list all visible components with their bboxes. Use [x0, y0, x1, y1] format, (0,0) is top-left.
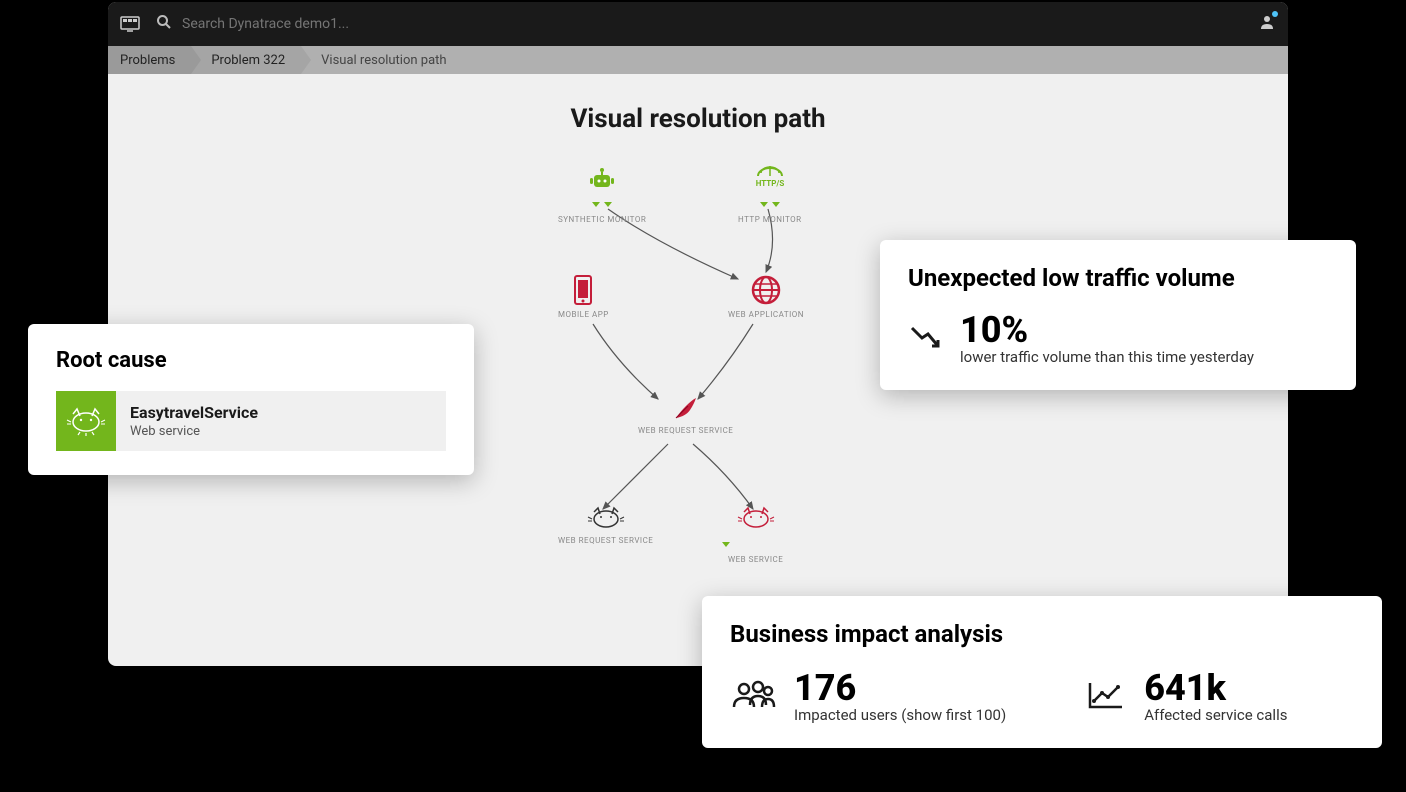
impact-calls-label: Affected service calls	[1144, 706, 1287, 724]
node-http-monitor[interactable]: HTTP/S HTTP MONITOR	[738, 164, 802, 224]
traffic-title: Unexpected low traffic volume	[908, 264, 1328, 292]
tomcat-red-icon	[728, 504, 783, 532]
root-cause-card: Root cause EasytravelService Web service	[28, 324, 474, 475]
topbar	[108, 2, 1288, 46]
impact-title: Business impact analysis	[730, 620, 1354, 648]
node-web-request-service[interactable]: WEB REQUEST SERVICE	[638, 394, 733, 435]
breadcrumb-problem-322[interactable]: Problem 322	[191, 46, 301, 74]
impact-calls: 641k Affected service calls	[1086, 670, 1287, 724]
impact-users-label[interactable]: Impacted users (show first 100)	[794, 706, 1006, 724]
dashboard-icon[interactable]	[120, 16, 140, 32]
tomcat-green-icon	[56, 391, 116, 451]
robot-icon	[558, 164, 646, 192]
root-cause-item[interactable]: EasytravelService Web service	[56, 391, 446, 451]
impact-card: Business impact analysis 176 Impacted us…	[702, 596, 1382, 748]
node-label: WEB SERVICE	[728, 555, 783, 564]
root-cause-service-type: Web service	[130, 424, 258, 439]
impact-calls-value: 641k	[1144, 670, 1287, 706]
svg-text:HTTP/S: HTTP/S	[756, 179, 785, 188]
search-icon[interactable]	[156, 14, 172, 34]
resolution-diagram: SYNTHETIC MONITOR HTTP/S HTTP MONITOR MO…	[498, 164, 898, 584]
breadcrumb: Problems Problem 322 Visual resolution p…	[108, 46, 1288, 74]
node-web-application[interactable]: WEB APPLICATION	[728, 274, 804, 319]
impact-users: 176 Impacted users (show first 100)	[730, 670, 1006, 724]
node-label: HTTP MONITOR	[738, 215, 802, 224]
node-web-service[interactable]: WEB SERVICE	[728, 504, 783, 564]
chart-icon	[1086, 679, 1126, 715]
node-label: WEB REQUEST SERVICE	[638, 426, 733, 435]
feather-icon	[638, 394, 733, 422]
traffic-description: lower traffic volume than this time yest…	[960, 348, 1254, 366]
breadcrumb-problems[interactable]: Problems	[108, 46, 191, 74]
search-container	[156, 14, 1258, 34]
breadcrumb-visual-resolution-path: Visual resolution path	[301, 46, 462, 74]
node-synthetic-monitor[interactable]: SYNTHETIC MONITOR	[558, 164, 646, 224]
node-label: WEB REQUEST SERVICE	[558, 536, 653, 545]
search-input[interactable]	[182, 16, 582, 32]
root-cause-title: Root cause	[56, 348, 446, 373]
node-label: WEB APPLICATION	[728, 310, 804, 319]
mobile-icon	[558, 274, 609, 306]
traffic-value: 10%	[960, 312, 1254, 348]
traffic-card: Unexpected low traffic volume 10% lower …	[880, 240, 1356, 390]
globe-icon	[728, 274, 804, 306]
user-icon[interactable]	[1258, 13, 1276, 35]
node-mobile-app[interactable]: MOBILE APP	[558, 274, 609, 319]
tomcat-icon	[558, 504, 653, 532]
notification-badge	[1272, 11, 1278, 17]
node-label: SYNTHETIC MONITOR	[558, 215, 646, 224]
users-icon	[730, 679, 776, 715]
globe-http-icon: HTTP/S	[738, 164, 802, 192]
impact-users-value: 176	[794, 670, 1006, 706]
root-cause-service-name: EasytravelService	[130, 403, 258, 422]
trend-down-icon	[908, 322, 942, 356]
page-title: Visual resolution path	[128, 104, 1268, 134]
node-web-request-service-2[interactable]: WEB REQUEST SERVICE	[558, 504, 653, 545]
node-label: MOBILE APP	[558, 310, 609, 319]
